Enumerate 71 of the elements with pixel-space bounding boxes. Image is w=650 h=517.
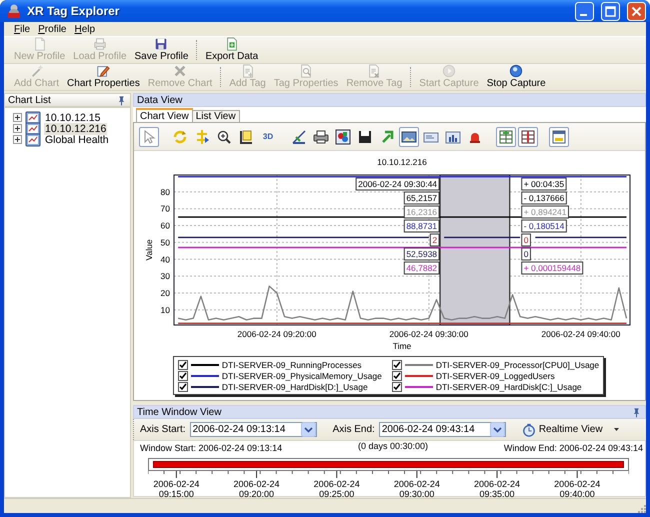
- legend-label: DTI-SERVER-09_HardDisk[C:]_Usage: [436, 382, 582, 392]
- menu-item[interactable]: File: [14, 24, 30, 34]
- axis-label: 70: [160, 204, 170, 214]
- window-start-label: Window Start: 2006-02-24 09:13:14: [140, 443, 282, 453]
- axis-label: 2006-02-24: [153, 479, 200, 489]
- toolbar-button[interactable]: Export Data: [201, 37, 262, 63]
- field-label: Axis Start:: [140, 424, 186, 435]
- toolbar-button[interactable]: Save Profile: [130, 37, 192, 63]
- axis-label: 09:20:00: [239, 489, 274, 499]
- axis-label: 2006-02-24: [474, 479, 520, 489]
- axis-label: 2006-02-24 09:40:00: [540, 329, 620, 339]
- tree-item[interactable]: 10.10.12.15: [44, 112, 102, 124]
- axis-label: 2006-02-24: [234, 479, 280, 489]
- date-field[interactable]: 2006-02-24 09:13:14: [190, 422, 317, 437]
- chart-tool-button[interactable]: 3D: [258, 126, 278, 146]
- reading-label: + 0,000159448: [520, 262, 583, 274]
- reading-label: 65,2157: [403, 192, 440, 204]
- toolbar-button[interactable]: Chart Properties: [63, 64, 144, 90]
- axis-label: 10: [160, 304, 170, 315]
- reading-label: 46,7882: [403, 262, 440, 274]
- reading-label: 16,2316: [403, 206, 440, 218]
- tree-item[interactable]: Global Health: [44, 134, 110, 146]
- window-title: XR Tag Explorer: [27, 4, 120, 18]
- menu-item[interactable]: Profile: [38, 24, 66, 34]
- axis-label: 40: [160, 254, 170, 264]
- legend-label: DTI-SERVER-09_RunningProcesses: [222, 360, 362, 370]
- reading-label: + 0,894241: [520, 206, 568, 218]
- axis-label: 20: [160, 288, 170, 298]
- axis-label: 2006-02-24: [394, 479, 440, 489]
- axis-label: 09:40:00: [560, 489, 595, 499]
- axis-label: 50: [160, 237, 170, 248]
- panel-title: Data View: [137, 94, 182, 106]
- reading-label: 2006-02-24 09:30:44: [355, 178, 440, 190]
- tab[interactable]: List View: [192, 110, 240, 122]
- menu-item[interactable]: Help: [74, 24, 96, 34]
- axis-title: Value: [144, 239, 154, 261]
- reading-label: 2: [429, 234, 440, 246]
- axis-label: 2006-02-24 09:30:00: [388, 329, 468, 339]
- reading-label: - 0,137666: [520, 192, 566, 204]
- duration-label: (0 days 00:30:00): [358, 441, 428, 451]
- toolbar-button[interactable]: Stop Capture: [482, 64, 550, 90]
- panel-title: Time Window View: [137, 406, 222, 418]
- reading-label: 0: [520, 234, 530, 246]
- reading-label: + 00:04:35: [520, 178, 566, 190]
- window-end-label: Window End: 2006-02-24 09:43:14: [504, 443, 643, 453]
- axis-label: 2006-02-24: [554, 479, 600, 489]
- axis-title: Time: [392, 341, 411, 351]
- reading-label: 88,8731: [403, 220, 440, 232]
- panel-title: Chart List: [8, 94, 51, 106]
- tab[interactable]: Chart View: [136, 108, 193, 122]
- realtime-button[interactable]: Realtime View: [522, 422, 625, 436]
- axis-label: 60: [160, 220, 170, 231]
- axis-label: 2006-02-24: [314, 479, 360, 489]
- chart-title: 10.10.12.216: [376, 157, 426, 167]
- axis-label: 09:25:00: [319, 489, 354, 499]
- legend-label: DTI-SERVER-09_HardDisk[D:]_Usage: [222, 382, 368, 392]
- axis-label: 09:35:00: [480, 489, 515, 499]
- axis-label: 09:30:00: [399, 489, 434, 499]
- field-label: Axis End:: [332, 424, 375, 435]
- reading-label: - 0,180514: [520, 220, 566, 232]
- legend-label: DTI-SERVER-09_LoggedUsers: [436, 370, 555, 380]
- axis-label: 09:15:00: [158, 489, 194, 499]
- tree-item[interactable]: 10.10.12.216: [44, 122, 108, 134]
- axis-label: 30: [160, 271, 170, 282]
- reading-label: 52,5938: [403, 248, 440, 260]
- reading-label: 0: [520, 248, 530, 260]
- axis-label: 80: [160, 186, 170, 197]
- legend-label: DTI-SERVER-09_PhysicalMemory_Usage: [222, 370, 382, 380]
- axis-label: 2006-02-24 09:20:00: [236, 329, 316, 339]
- date-field[interactable]: 2006-02-24 09:43:14: [378, 422, 506, 437]
- legend-label: DTI-SERVER-09_Processor[CPU0]_Usage: [436, 360, 600, 370]
